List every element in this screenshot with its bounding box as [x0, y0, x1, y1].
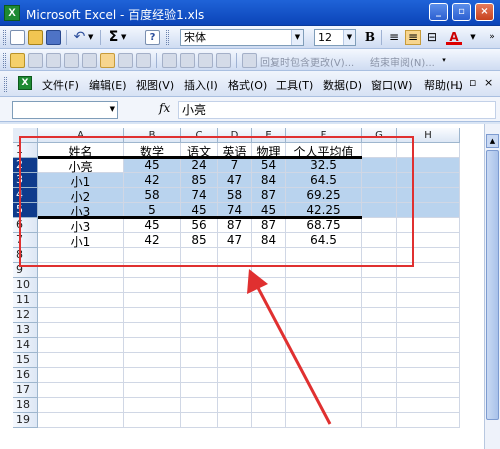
insert-function-icon[interactable]: fx	[159, 101, 170, 115]
font-size-select[interactable]: 12 ▼	[314, 29, 356, 46]
toolbar-options-icon[interactable]: ▾	[436, 53, 452, 68]
review-icon[interactable]	[136, 53, 151, 68]
new-document-icon[interactable]	[10, 30, 25, 45]
review-icon[interactable]	[180, 53, 195, 68]
window-title: Microsoft Excel - 百度经验1.xls	[26, 8, 205, 22]
toolbar-separator	[66, 30, 67, 45]
autosum-dropdown-icon[interactable]: ▼	[121, 30, 136, 45]
menubar-grip-icon[interactable]	[4, 77, 7, 92]
workbook-minimize-button[interactable]: _	[456, 76, 462, 89]
menu-view[interactable]: 视图(V)	[136, 77, 174, 93]
toolbar-separator	[156, 53, 157, 68]
toolbar-grip-icon[interactable]	[3, 30, 6, 45]
highlight-icon[interactable]	[100, 53, 115, 68]
toolbar-overflow-icon[interactable]: »	[484, 30, 500, 45]
font-size-value: 12	[318, 31, 332, 44]
title-bar: X Microsoft Excel - 百度经验1.xls _ ▫ ×	[0, 0, 500, 26]
menu-insert[interactable]: 插入(I)	[184, 77, 218, 93]
formula-bar: ▼ fx 小亮	[0, 97, 500, 122]
standard-formatting-toolbar: ↶ ▼ Σ ▼ ? 宋体 ▼ 12 ▼ B ≡ ≡ ⊟ A ▼ »	[0, 26, 500, 49]
chevron-down-icon[interactable]: ▼	[343, 30, 355, 45]
menu-edit[interactable]: 编辑(E)	[89, 77, 127, 93]
minimize-button[interactable]: _	[429, 3, 448, 21]
chevron-down-icon[interactable]: ▼	[291, 30, 303, 45]
align-center-icon[interactable]: ≡	[405, 30, 421, 45]
font-color-dropdown-icon[interactable]: ▼	[465, 30, 481, 45]
review-icon[interactable]	[162, 53, 177, 68]
workbook-icon[interactable]: X	[18, 76, 32, 90]
scroll-up-icon[interactable]: ▲	[486, 134, 499, 148]
annotation-arrow-icon	[247, 269, 332, 425]
vertical-scrollbar[interactable]: ▲	[484, 124, 500, 449]
font-name-value: 宋体	[184, 31, 206, 44]
font-name-select[interactable]: 宋体 ▼	[180, 29, 304, 46]
menu-file[interactable]: 文件(F)	[42, 77, 79, 93]
review-icon[interactable]	[28, 53, 43, 68]
annotation-arrow-shaft	[254, 283, 332, 425]
chevron-down-icon[interactable]: ▼	[110, 105, 115, 113]
menu-bar: X 文件(F) 编辑(E) 视图(V) 插入(I) 格式(O) 工具(T) 数据…	[0, 71, 500, 97]
reply-with-changes-button[interactable]: 回复时包含更改(V)...	[260, 54, 354, 69]
toolbar-separator	[100, 30, 101, 45]
review-folder-icon[interactable]	[10, 53, 25, 68]
end-review-button[interactable]: 结束审阅(N)...	[370, 54, 435, 69]
menu-tools[interactable]: 工具(T)	[276, 77, 313, 93]
review-icon[interactable]	[82, 53, 97, 68]
workbook-close-button[interactable]: ×	[484, 76, 493, 89]
menu-data[interactable]: 数据(D)	[323, 77, 362, 93]
review-icon[interactable]	[64, 53, 79, 68]
spreadsheet-grid[interactable]: A B C D E F G H 1 姓名 数学 语文 英语 物理 个人平均值 2 小亮 45 24 7 54 32.5 3 小…	[0, 124, 484, 449]
excel-app-icon[interactable]: X	[4, 5, 20, 21]
toolbar-separator	[381, 30, 382, 45]
help-icon[interactable]: ?	[145, 30, 160, 45]
review-icon[interactable]	[242, 53, 257, 68]
toolbar-grip-icon[interactable]	[3, 53, 6, 68]
reviewing-toolbar: 回复时包含更改(V)... 结束审阅(N)... ▾	[0, 49, 500, 71]
align-left-icon[interactable]: ≡	[386, 30, 402, 45]
undo-icon[interactable]: ↶	[72, 30, 87, 45]
workbook-restore-button[interactable]: ▫	[469, 76, 476, 89]
annotation-arrow-head	[247, 269, 268, 294]
autosum-icon[interactable]: Σ	[106, 30, 121, 45]
bold-button[interactable]: B	[362, 30, 378, 45]
review-icon[interactable]	[46, 53, 61, 68]
close-button[interactable]: ×	[475, 3, 494, 21]
formula-input[interactable]: 小亮	[178, 101, 496, 119]
open-folder-icon[interactable]	[28, 30, 43, 45]
save-icon[interactable]	[46, 30, 61, 45]
review-icon[interactable]	[198, 53, 213, 68]
toolbar-separator	[236, 53, 237, 68]
font-color-button[interactable]: A	[446, 30, 462, 45]
maximize-button[interactable]: ▫	[452, 3, 471, 21]
review-icon[interactable]	[216, 53, 231, 68]
review-icon[interactable]	[118, 53, 133, 68]
merge-center-icon[interactable]: ⊟	[424, 30, 440, 45]
scrollbar-thumb[interactable]	[486, 150, 499, 420]
menu-format[interactable]: 格式(O)	[228, 77, 267, 93]
name-box[interactable]: ▼	[12, 101, 118, 119]
menu-window[interactable]: 窗口(W)	[371, 77, 412, 93]
toolbar-grip-icon[interactable]	[166, 30, 169, 45]
